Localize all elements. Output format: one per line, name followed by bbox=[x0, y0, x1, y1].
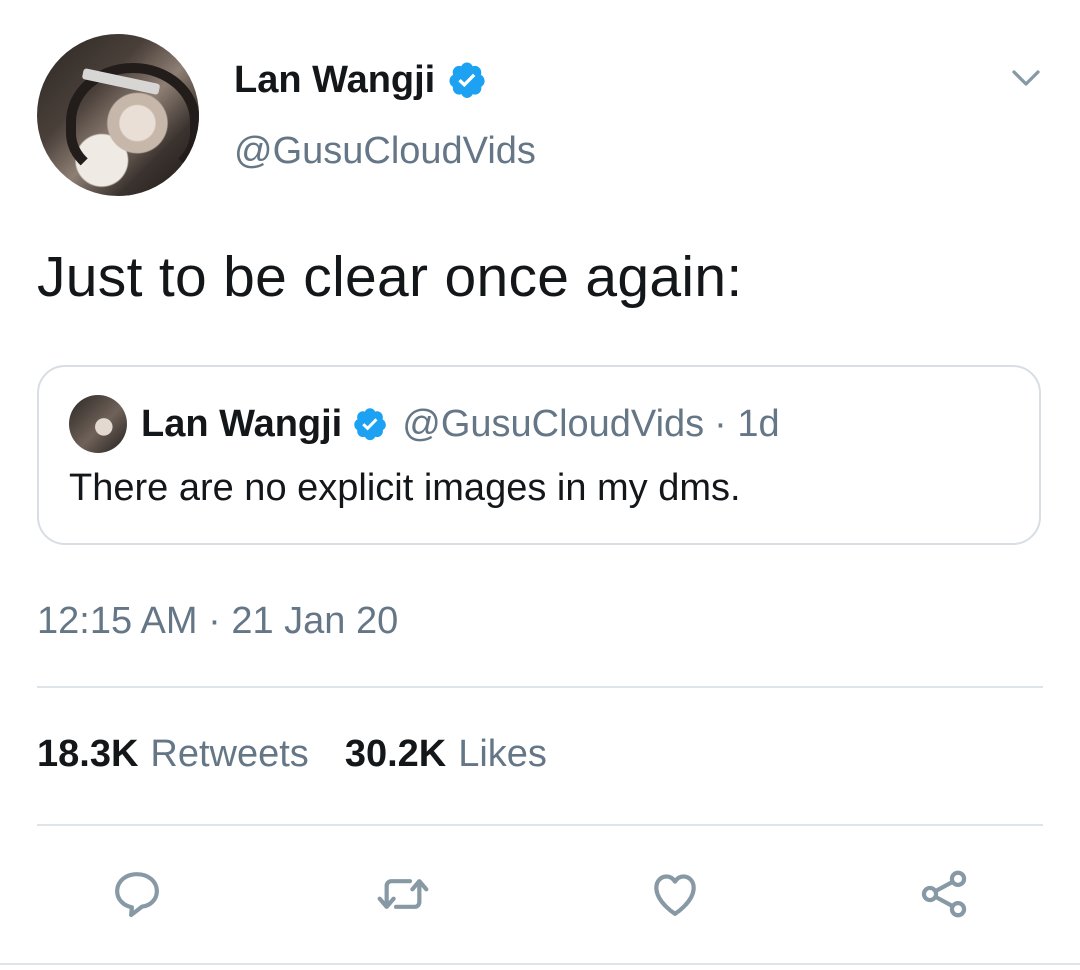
reply-button[interactable] bbox=[107, 864, 167, 924]
share-button[interactable] bbox=[914, 864, 974, 924]
quoted-tweet-card[interactable]: Lan Wangji @GusuCloudVids · 1d There are… bbox=[37, 365, 1041, 545]
tweet-text: Just to be clear once again: bbox=[37, 245, 743, 309]
engagement-stats: 18.3K Retweets 30.2K Likes bbox=[37, 733, 547, 776]
retweet-icon bbox=[377, 879, 429, 909]
bottom-divider bbox=[0, 963, 1080, 965]
author-avatar[interactable] bbox=[37, 34, 199, 196]
quoted-tweet-text: There are no explicit images in my dms. bbox=[69, 467, 741, 509]
chevron-down-icon[interactable] bbox=[1008, 60, 1044, 96]
divider bbox=[37, 686, 1043, 688]
author-name[interactable]: Lan Wangji bbox=[234, 59, 435, 102]
retweet-button[interactable] bbox=[373, 864, 433, 924]
verified-badge-icon bbox=[354, 408, 387, 441]
likes-label[interactable]: Likes bbox=[458, 733, 547, 776]
author-handle[interactable]: @GusuCloudVids bbox=[234, 130, 536, 173]
retweets-count[interactable]: 18.3K bbox=[37, 733, 138, 776]
quoted-author-avatar bbox=[69, 395, 127, 453]
reply-icon bbox=[115, 872, 159, 918]
tweet-timestamp: 12:15 AM · 21 Jan 20 bbox=[37, 600, 399, 642]
retweets-label[interactable]: Retweets bbox=[150, 733, 308, 776]
quoted-author-handle: @GusuCloudVids bbox=[402, 402, 705, 445]
author-name-row[interactable]: Lan Wangji bbox=[234, 55, 487, 105]
quoted-tweet-header: Lan Wangji @GusuCloudVids · 1d bbox=[69, 395, 780, 453]
likes-count[interactable]: 30.2K bbox=[345, 733, 446, 776]
quoted-tweet-age: · 1d bbox=[714, 402, 780, 445]
verified-badge-icon bbox=[449, 62, 485, 98]
quoted-author-name: Lan Wangji bbox=[141, 402, 343, 445]
like-button[interactable] bbox=[645, 864, 705, 924]
share-icon bbox=[921, 870, 967, 918]
divider bbox=[37, 824, 1043, 826]
like-icon bbox=[654, 874, 696, 916]
